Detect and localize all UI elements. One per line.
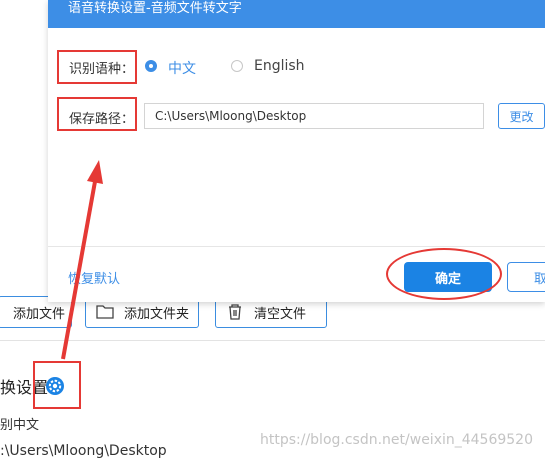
annotation-arrow [61, 160, 103, 360]
